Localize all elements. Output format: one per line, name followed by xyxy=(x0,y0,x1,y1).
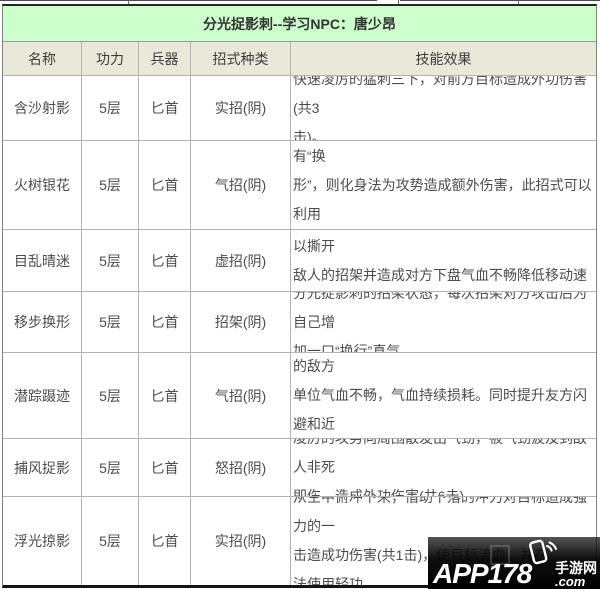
skill-weapon-cell: 匕首 xyxy=(139,439,191,496)
skill-power-cell: 5层 xyxy=(82,439,139,496)
skill-name-cell: 含沙射影 xyxy=(3,76,82,140)
column-header-weapon: 兵器 xyxy=(139,42,191,75)
skill-effect-cell: 近身三连猛刺造成外功伤害(共3击)。若自身有“换 形”，则化身法为攻势造成额外伤… xyxy=(291,141,596,229)
skill-power-cell: 5层 xyxy=(82,292,139,352)
skill-power-cell: 5层 xyxy=(82,497,139,585)
watermark-brand-text: APP178 xyxy=(433,559,531,589)
watermark-site-text: 手游网 xyxy=(555,561,597,575)
skill-power-cell: 5层 xyxy=(82,76,139,140)
skill-type-cell: 实招(阴) xyxy=(191,76,291,140)
skill-type-cell: 实招(阴) xyxy=(191,497,291,585)
skill-power-cell: 5层 xyxy=(82,230,139,291)
skill-effect-cell: 快速凌厉的猛刺三下，对前方目标造成外功伤害(共3 击)。 xyxy=(291,76,596,140)
skill-weapon-cell: 匕首 xyxy=(139,497,191,585)
skill-effect-text: 分光捉影刺的招架状态，每次招架对方攻击后为自己增 加一口“换行”真气。 xyxy=(293,292,594,352)
column-header-effect: 技能效果 xyxy=(291,42,596,75)
skill-effect-cell: 分光捉影刺的招架状态，每次招架对方攻击后为自己增 加一口“换行”真气。 xyxy=(291,292,596,352)
skill-effect-text: 快速凌厉的猛刺三下，对前方目标造成外功伤害(共3 击)。 xyxy=(293,76,594,140)
skill-effect-text: 凌厉的攻势向周围散发出气劲，被气劲波及到敌人非死 即伤，造成外功伤害(共6击)。 xyxy=(293,439,594,496)
skill-weapon-cell: 匕首 xyxy=(139,230,191,291)
table-row: 火树银花 5层 匕首 气招(阴) 近身三连猛刺造成外功伤害(共3击)。若自身有“… xyxy=(3,141,596,230)
skill-power-cell: 5层 xyxy=(82,141,139,229)
skill-type-cell: 虚招(阴) xyxy=(191,230,291,291)
table-row: 目乱晴迷 5层 匕首 虚招(阴) 对前方目标猛力的一击造成外功伤害(共1击)。可… xyxy=(3,230,596,292)
skill-type-cell: 气招(阴) xyxy=(191,353,291,438)
skill-effect-cell: 对前方目标猛力的一击造成外功伤害(共1击)。可以撕开 敌人的招架并造成对方下盘气… xyxy=(291,230,596,291)
table-title: 分光捉影刺--学习NPC：唐少昂 xyxy=(3,6,596,42)
skill-name-cell: 移步换形 xyxy=(3,292,82,352)
skill-name-cell: 捕风捉影 xyxy=(3,439,82,496)
skill-type-cell: 气招(阴) xyxy=(191,141,291,229)
skill-name-cell: 潜踪蹑迹 xyxy=(3,353,82,438)
skill-type-cell: 怒招(阴) xyxy=(191,439,291,496)
skill-effect-cell: 投掷烟雾弹，产生一块烟雾区域，使烟雾范围内的敌方 单位气血不畅，气血持续损耗。同… xyxy=(291,353,596,438)
column-header-power: 功力 xyxy=(82,42,139,75)
table-row: 捕风捉影 5层 匕首 怒招(阴) 凌厉的攻势向周围散发出气劲，被气劲波及到敌人非… xyxy=(3,439,596,497)
divider xyxy=(0,0,377,1)
skill-name-cell: 目乱晴迷 xyxy=(3,230,82,291)
app178-watermark: APP178 手游网 .com xyxy=(428,537,600,589)
skill-weapon-cell: 匕首 xyxy=(139,76,191,140)
skill-effect-text: 投掷烟雾弹，产生一块烟雾区域，使烟雾范围内的敌方 单位气血不畅，气血持续损耗。同… xyxy=(293,353,594,438)
skill-weapon-cell: 匕首 xyxy=(139,353,191,438)
skill-effect-text: 近身三连猛刺造成外功伤害(共3击)。若自身有“换 形”，则化身法为攻势造成额外伤… xyxy=(293,141,594,229)
watermark-domain-text: .com xyxy=(555,575,597,588)
table-row: 潜踪蹑迹 5层 匕首 气招(阴) 投掷烟雾弹，产生一块烟雾区域，使烟雾范围内的敌… xyxy=(3,353,596,439)
skill-weapon-cell: 匕首 xyxy=(139,141,191,229)
skill-weapon-cell: 匕首 xyxy=(139,292,191,352)
table-header-row: 名称 功力 兵器 招式种类 技能效果 xyxy=(3,42,596,76)
skill-name-cell: 火树银花 xyxy=(3,141,82,229)
skill-effect-cell: 凌厉的攻势向周围散发出气劲，被气劲波及到敌人非死 即伤，造成外功伤害(共6击)。 xyxy=(291,439,596,496)
table-row: 移步换形 5层 匕首 招架(阴) 分光捉影刺的招架状态，每次招架对方攻击后为自己… xyxy=(3,292,596,353)
skill-type-cell: 招架(阴) xyxy=(191,292,291,352)
skill-name-cell: 浮光掠影 xyxy=(3,497,82,585)
skill-table: 分光捉影刺--学习NPC：唐少昂 名称 功力 兵器 招式种类 技能效果 含沙射影… xyxy=(2,4,597,588)
skill-effect-text: 对前方目标猛力的一击造成外功伤害(共1击)。可以撕开 敌人的招架并造成对方下盘气… xyxy=(293,230,594,291)
table-row: 含沙射影 5层 匕首 实招(阴) 快速凌厉的猛刺三下，对前方目标造成外功伤害(共… xyxy=(3,76,596,141)
skill-power-cell: 5层 xyxy=(82,353,139,438)
column-header-name: 名称 xyxy=(3,42,82,75)
column-header-type: 招式种类 xyxy=(191,42,291,75)
divider xyxy=(400,0,600,1)
